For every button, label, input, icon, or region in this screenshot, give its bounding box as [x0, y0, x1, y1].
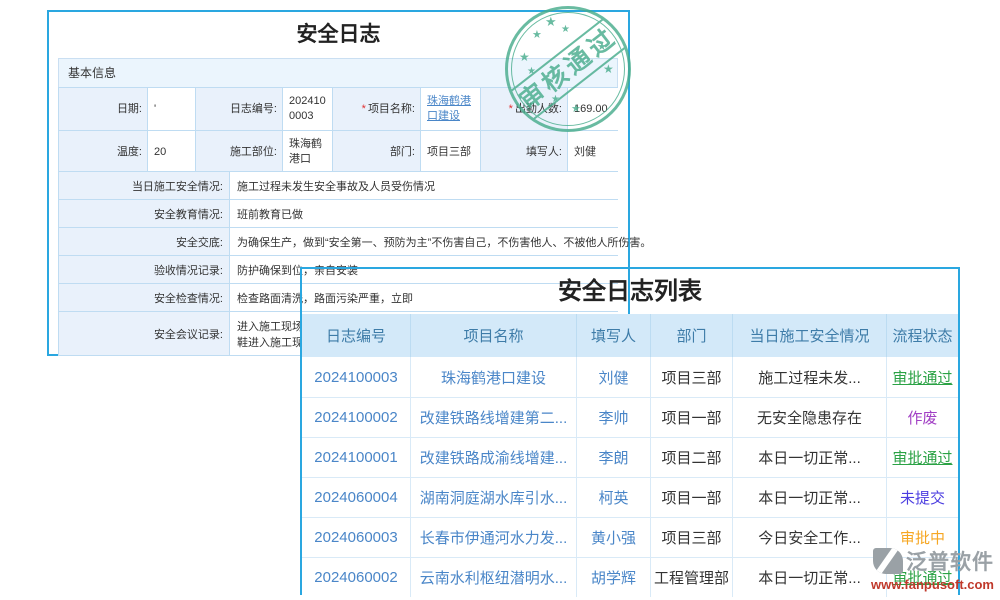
cell-department: 项目一部 — [650, 398, 732, 437]
detail-label-safety-situation: 当日施工安全情况: — [59, 172, 229, 199]
cell-writer: 黄小强 — [576, 518, 650, 557]
cell-log-number[interactable]: 2024100003 — [302, 357, 410, 397]
field-value-construction-part[interactable]: 珠海鹤港口 — [283, 131, 332, 173]
page: 安全日志 基本信息 日期: ' 日志编号: 2024100003 *项目名称: … — [0, 0, 1000, 600]
field-value-project-name: 珠海鹤港口建设 — [421, 88, 480, 130]
field-value-writer: 刘健 — [568, 131, 618, 173]
cell-project-name[interactable]: 珠海鹤港口建设 — [410, 357, 576, 397]
cell-safety-situation: 施工过程未发... — [732, 357, 886, 397]
cell-department: 项目三部 — [650, 357, 732, 397]
safety-log-list-panel: 安全日志列表 日志编号 项目名称 填写人 部门 当日施工安全情况 流程状态 20… — [300, 267, 960, 595]
field-label-project-name: *项目名称: — [333, 88, 420, 130]
field-value-attendance[interactable]: 169.00 — [568, 88, 618, 130]
cell-department: 项目一部 — [650, 478, 732, 517]
cell-log-number[interactable]: 2024060002 — [302, 558, 410, 597]
cell-log-number[interactable]: 2024100002 — [302, 398, 410, 437]
cell-writer: 柯英 — [576, 478, 650, 517]
required-marker: * — [509, 102, 513, 117]
table-row[interactable]: 2024060004 湖南洞庭湖水库引水... 柯英 项目一部 本日一切正常..… — [302, 477, 958, 517]
cell-department: 项目三部 — [650, 518, 732, 557]
column-header-safety-situation: 当日施工安全情况 — [732, 314, 886, 357]
cell-log-number[interactable]: 2024060004 — [302, 478, 410, 517]
field-label-department: 部门: — [333, 131, 420, 173]
field-value-department[interactable]: 项目三部 — [421, 131, 480, 173]
detail-label-acceptance-record: 验收情况记录: — [59, 256, 229, 283]
project-name-link[interactable]: 珠海鹤港口建设 — [427, 94, 478, 124]
detail-value-safety-disclosure[interactable]: 为确保生产，做到“安全第一、预防为主”不伤害自己，不伤害他人、不被他人所伤害。 — [230, 228, 618, 255]
cell-department: 项目二部 — [650, 438, 732, 477]
cell-department: 工程管理部 — [650, 558, 732, 597]
field-value-temperature[interactable]: 20 — [148, 131, 195, 173]
table-row[interactable]: 2024100003 珠海鹤港口建设 刘健 项目三部 施工过程未发... 审批通… — [302, 357, 958, 397]
cell-log-number[interactable]: 2024060003 — [302, 518, 410, 557]
column-header-flow-status: 流程状态 — [886, 314, 958, 357]
cell-flow-status: 审批通过 — [886, 438, 958, 477]
required-marker: * — [362, 102, 366, 117]
basic-info-grid: 日期: ' 日志编号: 2024100003 *项目名称: 珠海鹤港口建设 *出… — [58, 87, 618, 174]
field-label-date: 日期: — [59, 88, 147, 130]
column-header-department: 部门 — [650, 314, 732, 357]
cell-project-name[interactable]: 云南水利枢纽潜明水... — [410, 558, 576, 597]
field-label-attendance: *出勤人数: — [481, 88, 567, 130]
table-row[interactable]: 2024100001 改建铁路成渝线增建... 李朗 项目二部 本日一切正常..… — [302, 437, 958, 477]
cell-writer: 李帅 — [576, 398, 650, 437]
cell-writer: 李朗 — [576, 438, 650, 477]
section-header-basic-info: 基本信息 — [58, 58, 618, 88]
cell-project-name[interactable]: 改建铁路成渝线增建... — [410, 438, 576, 477]
cell-project-name[interactable]: 湖南洞庭湖水库引水... — [410, 478, 576, 517]
cell-flow-status: 未提交 — [886, 478, 958, 517]
table-row[interactable]: 2024060003 长春市伊通河水力发... 黄小强 项目三部 今日安全工作.… — [302, 517, 958, 557]
list-title: 安全日志列表 — [302, 269, 958, 314]
field-label-temperature: 温度: — [59, 131, 147, 173]
table-row[interactable]: 2024060002 云南水利枢纽潜明水... 胡学辉 工程管理部 本日一切正常… — [302, 557, 958, 597]
detail-label-safety-education: 安全教育情况: — [59, 200, 229, 227]
field-label-construction-part: 施工部位: — [196, 131, 282, 173]
column-header-project-name: 项目名称 — [410, 314, 576, 357]
detail-label-safety-meeting: 安全会议记录: — [59, 312, 229, 355]
column-header-writer: 填写人 — [576, 314, 650, 357]
cell-safety-situation: 本日一切正常... — [732, 478, 886, 517]
field-label-log-number: 日志编号: — [196, 88, 282, 130]
cell-log-number[interactable]: 2024100001 — [302, 438, 410, 477]
cell-writer: 刘健 — [576, 357, 650, 397]
cell-writer: 胡学辉 — [576, 558, 650, 597]
cell-safety-situation: 本日一切正常... — [732, 438, 886, 477]
cell-safety-situation: 无安全隐患存在 — [732, 398, 886, 437]
detail-label-safety-disclosure: 安全交底: — [59, 228, 229, 255]
cell-flow-status: 审批中 — [886, 518, 958, 557]
list-header-row: 日志编号 项目名称 填写人 部门 当日施工安全情况 流程状态 — [302, 314, 958, 357]
cell-flow-status: 作废 — [886, 398, 958, 437]
list-body: 2024100003 珠海鹤港口建设 刘健 项目三部 施工过程未发... 审批通… — [302, 357, 958, 597]
cell-project-name[interactable]: 改建铁路线增建第二... — [410, 398, 576, 437]
field-value-date[interactable]: ' — [148, 88, 195, 130]
detail-value-safety-situation[interactable]: 施工过程未发生安全事故及人员受伤情况 — [230, 172, 618, 199]
cell-flow-status: 审批通过 — [886, 558, 958, 597]
table-row[interactable]: 2024100002 改建铁路线增建第二... 李帅 项目一部 无安全隐患存在 … — [302, 397, 958, 437]
field-value-log-number: 2024100003 — [283, 88, 332, 130]
cell-safety-situation: 本日一切正常... — [732, 558, 886, 597]
cell-flow-status: 审批通过 — [886, 357, 958, 397]
detail-value-safety-education[interactable]: 班前教育已做 — [230, 200, 618, 227]
cell-project-name[interactable]: 长春市伊通河水力发... — [410, 518, 576, 557]
detail-label-safety-inspection: 安全检查情况: — [59, 284, 229, 311]
form-title: 安全日志 — [49, 12, 628, 58]
column-header-log-number: 日志编号 — [302, 314, 410, 357]
field-label-writer: 填写人: — [481, 131, 567, 173]
cell-safety-situation: 今日安全工作... — [732, 518, 886, 557]
